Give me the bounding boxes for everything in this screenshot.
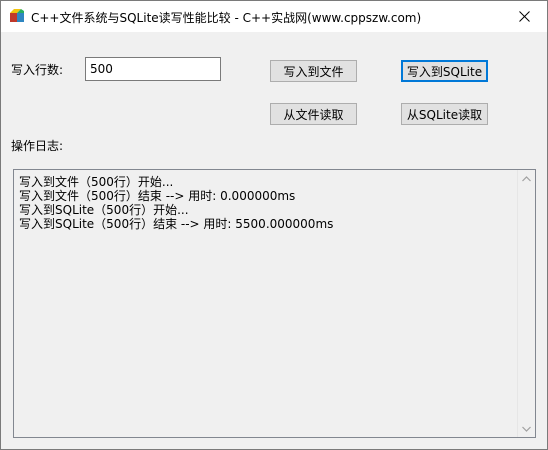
log-label: 操作日志: [11,139,64,153]
write-file-button[interactable]: 写入到文件 [270,60,357,82]
window-title: C++文件系统与SQLite读写性能比较 - C++实战网(www.cppszw… [31,11,422,25]
log-scrollbar[interactable] [517,170,535,437]
close-button[interactable] [501,1,547,32]
log-line: 写入到文件（500行）结束 --> 用时: 0.000000ms [19,189,296,203]
write-sqlite-button[interactable]: 写入到SQLite [401,60,488,82]
close-icon [518,11,530,22]
chevron-down-icon [522,426,531,432]
rows-label: 写入行数: [11,63,64,77]
rows-input[interactable]: 500 [85,57,221,81]
log-textarea[interactable]: 写入到文件（500行）开始... 写入到文件（500行）结束 --> 用时: 0… [13,169,536,438]
chevron-up-icon [522,175,531,181]
scroll-down-button[interactable] [518,420,535,437]
app-icon [10,9,24,22]
read-sqlite-button[interactable]: 从SQLite读取 [401,103,488,125]
log-line: 写入到文件（500行）开始... [19,175,174,189]
log-content: 写入到文件（500行）开始... 写入到文件（500行）结束 --> 用时: 0… [19,175,513,231]
app-window: C++文件系统与SQLite读写性能比较 - C++实战网(www.cppszw… [0,0,548,450]
read-file-button[interactable]: 从文件读取 [270,103,357,125]
log-line: 写入到SQLite（500行）开始... [19,203,189,217]
log-line: 写入到SQLite（500行）结束 --> 用时: 5500.000000ms [19,217,334,231]
title-bar[interactable]: C++文件系统与SQLite读写性能比较 - C++实战网(www.cppszw… [1,1,547,32]
scroll-up-button[interactable] [518,170,535,187]
